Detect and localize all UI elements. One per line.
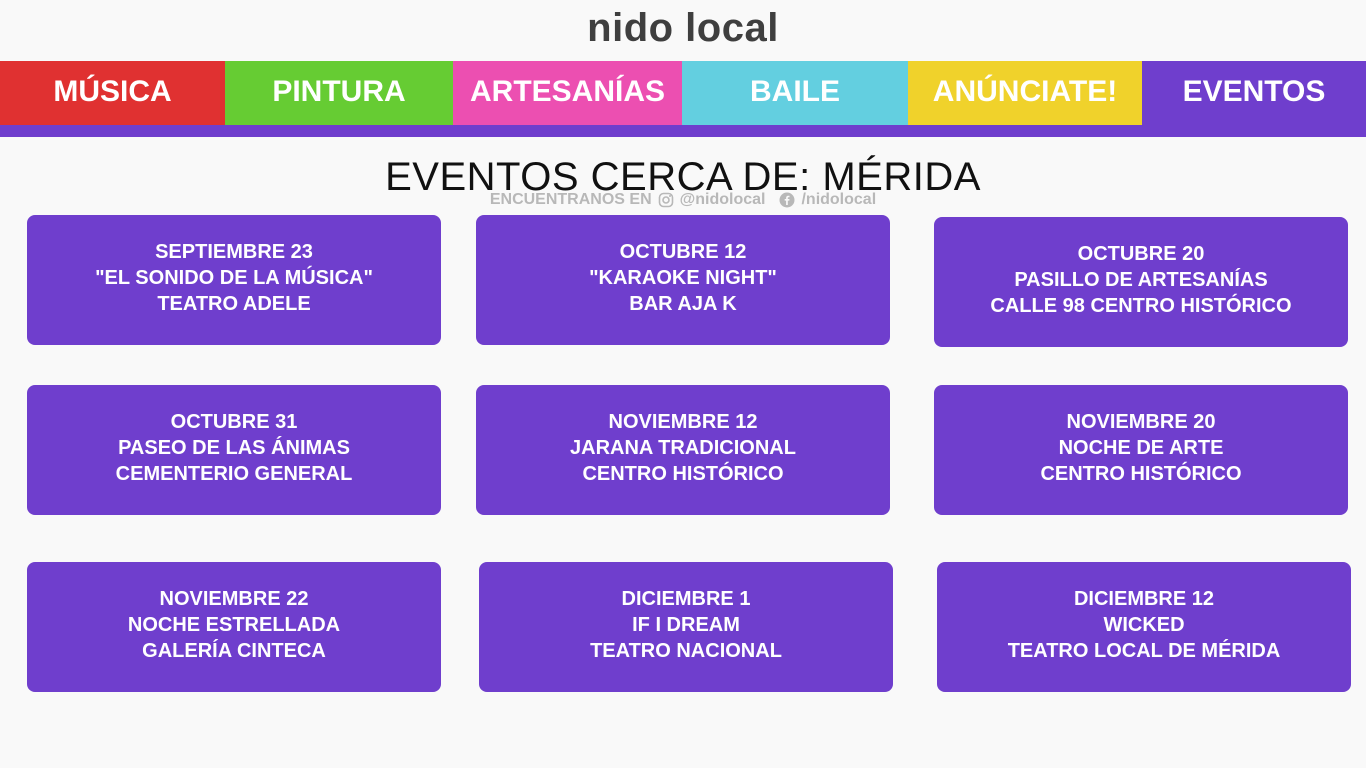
nav-artesanias[interactable]: ARTESANÍAS xyxy=(453,61,682,125)
event-date: DICIEMBRE 12 xyxy=(1073,588,1215,610)
main-nav: MÚSICA PINTURA ARTESANÍAS BAILE ANÚNCIAT… xyxy=(0,61,1366,125)
instagram-handle[interactable]: @nidolocal xyxy=(680,191,766,209)
event-date: OCTUBRE 12 xyxy=(619,241,747,263)
nav-eventos[interactable]: EVENTOS xyxy=(1142,61,1366,125)
event-name: JARANA TRADICIONAL xyxy=(570,437,796,459)
event-date: NOVIEMBRE 12 xyxy=(608,411,758,433)
event-venue: BAR AJA K xyxy=(629,293,737,315)
event-card[interactable]: DICIEMBRE 12 WICKED TEATRO LOCAL DE MÉRI… xyxy=(937,562,1351,692)
instagram-icon[interactable] xyxy=(658,192,674,208)
event-date: NOVIEMBRE 22 xyxy=(159,588,309,610)
event-name: IF I DREAM xyxy=(632,614,740,636)
event-card[interactable]: OCTUBRE 12 "KARAOKE NIGHT" BAR AJA K xyxy=(476,215,890,345)
event-name: WICKED xyxy=(1103,614,1185,636)
event-name: NOCHE ESTRELLADA xyxy=(127,614,341,636)
facebook-icon[interactable] xyxy=(779,192,795,208)
social-links: ENCUENTRANOS EN @nidolocal /nidolocal xyxy=(0,191,1366,209)
event-date: NOVIEMBRE 20 xyxy=(1066,411,1216,433)
event-name: "EL SONIDO DE LA MÚSICA" xyxy=(95,267,373,289)
event-date: OCTUBRE 31 xyxy=(170,411,298,433)
nav-baile[interactable]: BAILE xyxy=(682,61,908,125)
site-logo[interactable]: nido local xyxy=(0,6,1366,51)
nav-pintura[interactable]: PINTURA xyxy=(225,61,453,125)
event-name: PASILLO DE ARTESANÍAS xyxy=(1014,269,1268,291)
event-venue: CEMENTERIO GENERAL xyxy=(115,463,353,485)
nav-underline xyxy=(0,125,1366,137)
event-date: SEPTIEMBRE 23 xyxy=(155,241,313,263)
social-prefix: ENCUENTRANOS EN xyxy=(489,191,652,208)
event-venue: TEATRO ADELE xyxy=(157,293,311,315)
event-card[interactable]: SEPTIEMBRE 23 "EL SONIDO DE LA MÚSICA" T… xyxy=(27,215,441,345)
event-name: "KARAOKE NIGHT" xyxy=(589,267,777,289)
event-card[interactable]: OCTUBRE 20 PASILLO DE ARTESANÍAS CALLE 9… xyxy=(934,217,1348,347)
nav-musica[interactable]: MÚSICA xyxy=(0,61,225,125)
event-venue: CENTRO HISTÓRICO xyxy=(582,463,784,485)
event-venue: CALLE 98 CENTRO HISTÓRICO xyxy=(990,295,1292,317)
event-card[interactable]: OCTUBRE 31 PASEO DE LAS ÁNIMAS CEMENTERI… xyxy=(27,385,441,515)
event-name: NOCHE DE ARTE xyxy=(1058,437,1224,459)
nav-anunciate[interactable]: ANÚNCIATE! xyxy=(908,61,1142,125)
event-venue: GALERÍA CINTECA xyxy=(142,640,326,662)
event-card[interactable]: DICIEMBRE 1 IF I DREAM TEATRO NACIONAL xyxy=(479,562,893,692)
event-venue: CENTRO HISTÓRICO xyxy=(1040,463,1242,485)
event-card[interactable]: NOVIEMBRE 22 NOCHE ESTRELLADA GALERÍA CI… xyxy=(27,562,441,692)
event-date: DICIEMBRE 1 xyxy=(621,588,751,610)
event-card[interactable]: NOVIEMBRE 12 JARANA TRADICIONAL CENTRO H… xyxy=(476,385,890,515)
event-name: PASEO DE LAS ÁNIMAS xyxy=(118,437,350,459)
facebook-handle[interactable]: /nidolocal xyxy=(801,191,876,209)
event-venue: TEATRO NACIONAL xyxy=(590,640,782,662)
event-card[interactable]: NOVIEMBRE 20 NOCHE DE ARTE CENTRO HISTÓR… xyxy=(934,385,1348,515)
event-date: OCTUBRE 20 xyxy=(1077,243,1205,265)
event-venue: TEATRO LOCAL DE MÉRIDA xyxy=(1007,640,1281,662)
